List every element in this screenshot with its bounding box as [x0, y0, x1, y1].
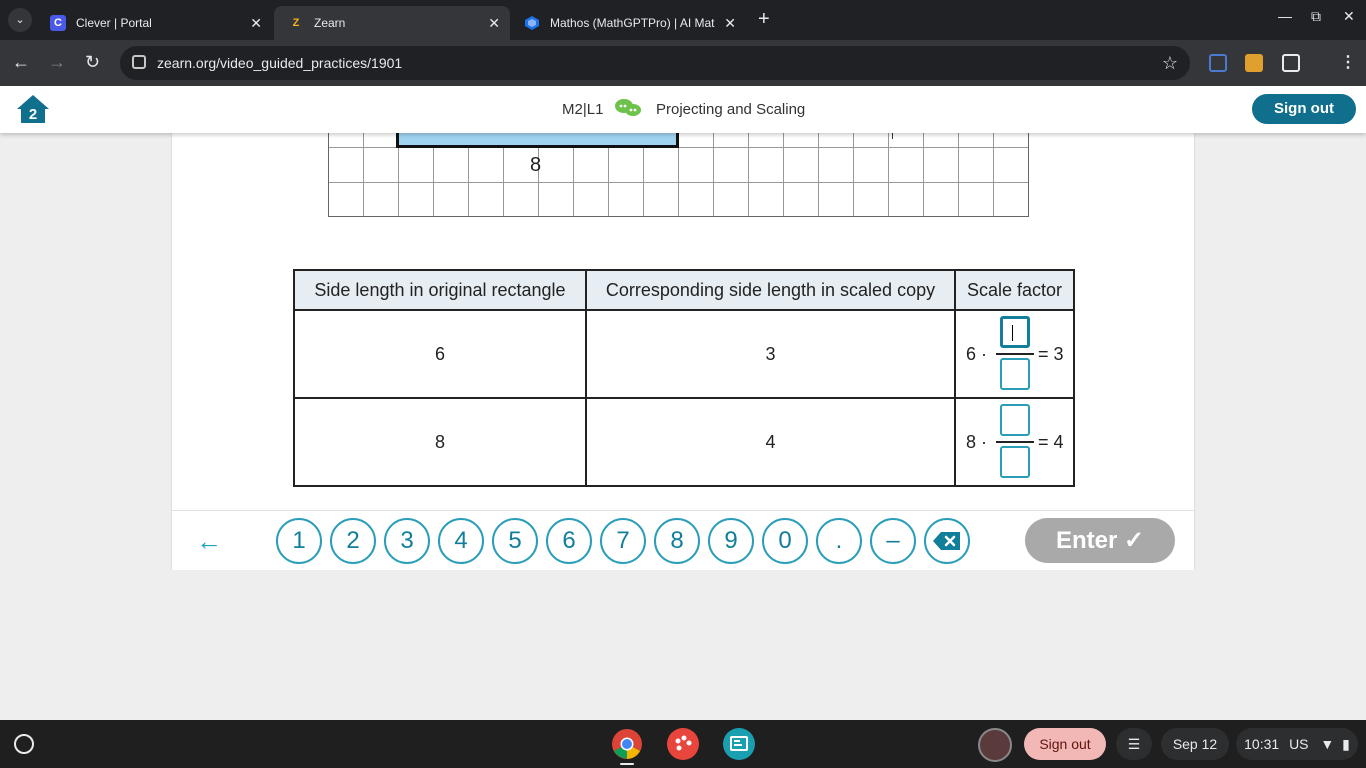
close-icon[interactable]: ✕: [724, 15, 736, 31]
result-text: = 4: [1038, 432, 1064, 452]
zearn-header: 2 M2|L1 Projecting and Scaling Sign out: [0, 86, 1366, 133]
date-tray[interactable]: Sep 12: [1161, 728, 1229, 760]
enter-button[interactable]: Enter ✓: [1025, 518, 1175, 563]
minimize-icon[interactable]: —: [1278, 8, 1292, 24]
denominator-input[interactable]: [1000, 446, 1030, 478]
wifi-icon: ▼: [1320, 736, 1335, 752]
new-tab-icon[interactable]: +: [758, 9, 770, 29]
back-arrow-icon[interactable]: ←: [196, 528, 222, 554]
table-row: 6 3 6 · = 3: [293, 309, 1075, 399]
locale-indicator: US: [1289, 736, 1309, 752]
denominator-input[interactable]: [1000, 358, 1030, 390]
scale-factor-table: Side length in original rectangle Corres…: [293, 269, 1075, 487]
user-avatar[interactable]: [978, 728, 1012, 762]
original-length: 8: [293, 397, 587, 487]
grid-tick: [892, 133, 893, 139]
site-info-icon[interactable]: [132, 55, 146, 69]
scale-factor-cell: 8 · = 4: [954, 397, 1075, 487]
playlist-icon[interactable]: ☰: [1116, 728, 1152, 760]
chat-bubbles-icon: [614, 98, 642, 123]
tab-clever[interactable]: C Clever | Portal ✕: [36, 6, 272, 40]
running-indicator: [620, 763, 634, 765]
header-scaled: Corresponding side length in scaled copy: [585, 269, 956, 311]
header-original: Side length in original rectangle: [293, 269, 587, 311]
original-rectangle: [396, 133, 679, 148]
key-3[interactable]: 3: [384, 518, 430, 564]
tab-zearn[interactable]: Z Zearn ✕: [274, 6, 510, 40]
launcher-icon[interactable]: [14, 734, 34, 754]
chrome-icon[interactable]: [611, 728, 643, 760]
table-row: 8 4 8 · = 4: [293, 397, 1075, 487]
status-tray[interactable]: 10:31 US ▼ ▮: [1236, 728, 1358, 760]
more-menu-icon[interactable]: ⋮: [1340, 52, 1356, 72]
battery-icon: ▮: [1342, 736, 1350, 752]
bookmark-star-icon[interactable]: ☆: [1162, 53, 1178, 74]
svg-text:2: 2: [29, 106, 37, 123]
key-2[interactable]: 2: [330, 518, 376, 564]
key-6[interactable]: 6: [546, 518, 592, 564]
lesson-code: M2|L1: [562, 101, 604, 118]
forward-icon[interactable]: →: [48, 52, 66, 72]
shelf-sign-out-button[interactable]: Sign out: [1024, 728, 1106, 760]
table-header-row: Side length in original rectangle Corres…: [293, 269, 1075, 311]
tab-search-icon[interactable]: ⌄: [8, 8, 32, 32]
zearn-home-icon[interactable]: 2: [16, 94, 50, 129]
scaled-length: 4: [585, 397, 956, 487]
reload-icon[interactable]: ↻: [85, 52, 100, 72]
restore-icon[interactable]: ⧉: [1311, 8, 1321, 25]
address-bar[interactable]: zearn.org/video_guided_practices/1901 ☆: [120, 46, 1190, 80]
extension-n-icon[interactable]: [1209, 54, 1227, 72]
result-text: = 3: [1038, 344, 1064, 364]
clever-icon: C: [50, 15, 66, 31]
rectangle-side-label: 8: [530, 154, 542, 176]
extensions-puzzle-icon[interactable]: [1282, 54, 1300, 72]
back-icon[interactable]: ←: [12, 52, 30, 72]
original-length: 6: [293, 309, 587, 399]
tab-strip: ⌄ C Clever | Portal ✕ Z Zearn ✕ Mathos (…: [0, 0, 1366, 40]
key-7[interactable]: 7: [600, 518, 646, 564]
key-9[interactable]: 9: [708, 518, 754, 564]
backspace-icon[interactable]: [924, 518, 970, 564]
close-icon[interactable]: ✕: [488, 15, 500, 31]
key-4[interactable]: 4: [438, 518, 484, 564]
scale-factor-cell: 6 · = 3: [954, 309, 1075, 399]
mathos-icon: [524, 15, 540, 31]
tab-mathos[interactable]: Mathos (MathGPTPro) | AI Mat ✕: [510, 6, 746, 40]
multiplier-text: 6 ·: [966, 344, 988, 364]
scaled-length: 3: [585, 309, 956, 399]
fraction-bar: [996, 353, 1034, 355]
multiplier-text: 8 ·: [966, 432, 988, 452]
browser-toolbar: ← → ↻ zearn.org/video_guided_practices/1…: [0, 40, 1366, 86]
header-scale-factor: Scale factor: [954, 269, 1075, 311]
key-decimal[interactable]: .: [816, 518, 862, 564]
clock: 10:31: [1244, 736, 1280, 752]
key-0[interactable]: 0: [762, 518, 808, 564]
key-5[interactable]: 5: [492, 518, 538, 564]
numerator-input[interactable]: [1000, 404, 1030, 436]
os-shelf: Sign out ☰ Sep 12 10:31 US ▼ ▮: [0, 720, 1366, 768]
lesson-title: Projecting and Scaling: [656, 101, 806, 118]
sign-out-button[interactable]: Sign out: [1252, 94, 1356, 124]
paint-palette-icon[interactable]: [667, 728, 699, 760]
close-window-icon[interactable]: ✕: [1343, 8, 1355, 25]
fraction-bar: [996, 441, 1034, 443]
extension-lock-icon[interactable]: [1245, 54, 1263, 72]
numerator-input[interactable]: [1000, 316, 1030, 348]
key-1[interactable]: 1: [276, 518, 322, 564]
key-8[interactable]: 8: [654, 518, 700, 564]
classroom-icon[interactable]: [723, 728, 755, 760]
close-icon[interactable]: ✕: [250, 15, 262, 31]
key-negative[interactable]: –: [870, 518, 916, 564]
zearn-icon: Z: [292, 17, 300, 29]
